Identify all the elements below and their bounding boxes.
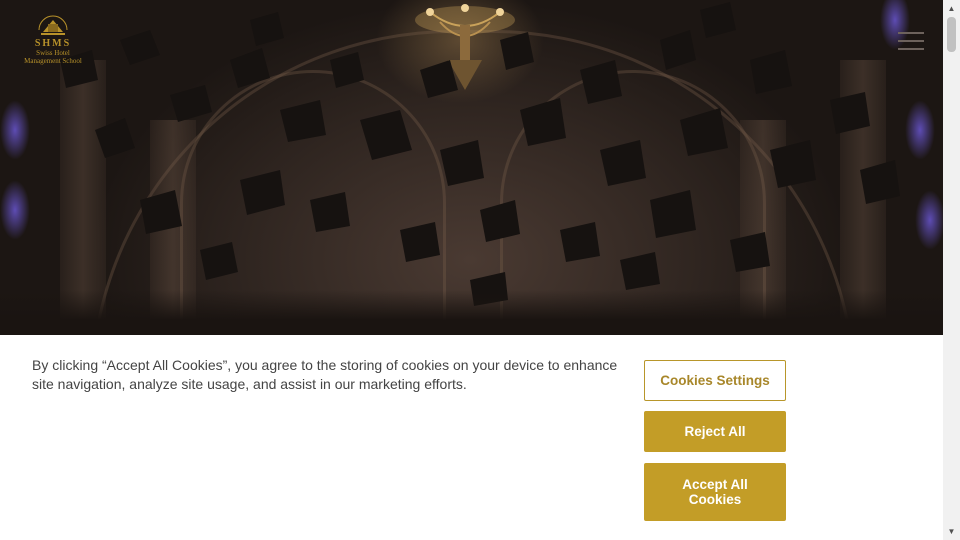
- logo-subtitle-line2: Management School: [24, 57, 82, 65]
- reject-all-button[interactable]: Reject All: [644, 411, 786, 452]
- menu-line-bottom: [898, 48, 924, 50]
- cookie-consent-message: By clicking “Accept All Cookies”, you ag…: [32, 357, 618, 392]
- logo-emblem-icon: [38, 15, 68, 35]
- graduation-caps-image: [60, 2, 900, 306]
- menu-line-middle: [898, 40, 924, 42]
- hamburger-menu-icon[interactable]: [898, 30, 924, 52]
- scrollbar-thumb[interactable]: [947, 17, 956, 52]
- cookies-settings-button[interactable]: Cookies Settings: [644, 360, 786, 401]
- page-viewport: SHMS Swiss Hotel Management School By cl…: [0, 0, 943, 540]
- accept-all-cookies-button[interactable]: Accept All Cookies: [644, 463, 786, 521]
- scroll-up-arrow-icon[interactable]: ▲: [943, 0, 960, 17]
- shms-logo[interactable]: SHMS Swiss Hotel Management School: [20, 8, 86, 68]
- menu-line-top: [898, 32, 924, 34]
- logo-brand: SHMS: [34, 38, 72, 49]
- cookie-consent-banner: By clicking “Accept All Cookies”, you ag…: [0, 335, 943, 540]
- page-scrollbar[interactable]: ▲ ▼: [943, 0, 960, 540]
- scroll-down-arrow-icon[interactable]: ▼: [943, 523, 960, 540]
- logo-subtitle-line1: Swiss Hotel: [36, 49, 70, 57]
